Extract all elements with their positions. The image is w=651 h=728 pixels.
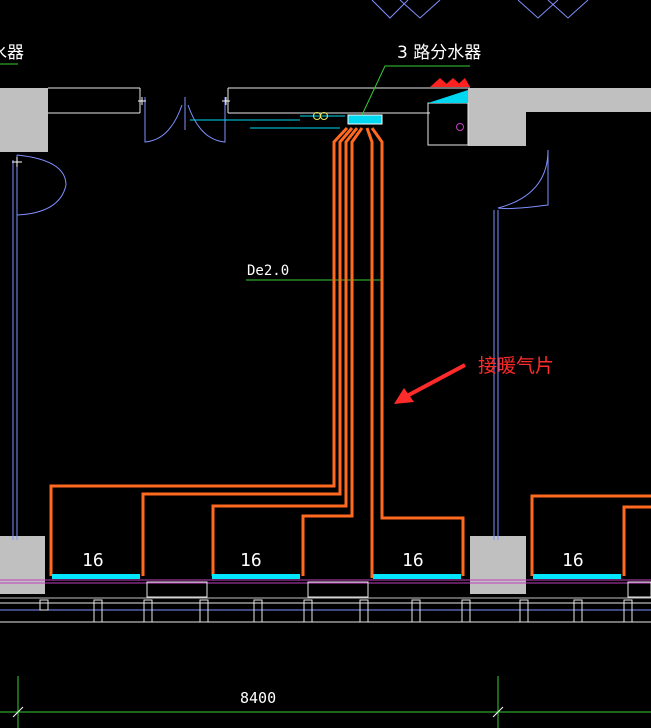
manifold <box>347 114 383 125</box>
radiator-2 <box>212 574 300 579</box>
pipe-label: De2.0 <box>247 263 289 279</box>
radiator-4 <box>533 574 621 579</box>
leaders <box>0 63 470 281</box>
radiator-label-2: 16 <box>240 550 262 571</box>
door-swings <box>12 97 549 540</box>
annotation-arrow <box>394 363 466 404</box>
pipe-8 <box>622 505 651 576</box>
dimension-line <box>0 676 651 728</box>
heating-pipes <box>49 126 651 578</box>
pipe-6 <box>370 127 465 576</box>
radiator-3 <box>373 574 461 579</box>
corridor-walls <box>48 87 470 114</box>
manifold-label: 3 路分水器 <box>397 43 481 63</box>
column-bottom-left <box>0 536 45 594</box>
column-bottom-right <box>470 536 526 594</box>
radiator-label-4: 16 <box>562 550 584 571</box>
pipe-1 <box>49 126 349 576</box>
column-top-left <box>0 88 48 152</box>
left-cut-label: 水器 <box>0 43 24 63</box>
radiators <box>52 574 621 579</box>
radiator-1 <box>52 574 140 579</box>
corridor-wall-right <box>526 88 651 112</box>
column-top-right <box>468 88 526 146</box>
annotation-note: 接暖气片 <box>478 355 554 377</box>
dimension-label: 8400 <box>240 689 276 707</box>
top-door-arcs <box>371 0 589 19</box>
pipe-5 <box>365 127 374 578</box>
pipe-2 <box>141 127 354 576</box>
radiator-label-3: 16 <box>402 550 424 571</box>
radiator-label-1: 16 <box>82 550 104 571</box>
cad-drawing: 水器 3 路分水器 De2.0 接暖气片 16 16 16 16 8400 <box>0 0 651 728</box>
window-band <box>0 579 651 623</box>
wall-columns <box>0 88 651 594</box>
